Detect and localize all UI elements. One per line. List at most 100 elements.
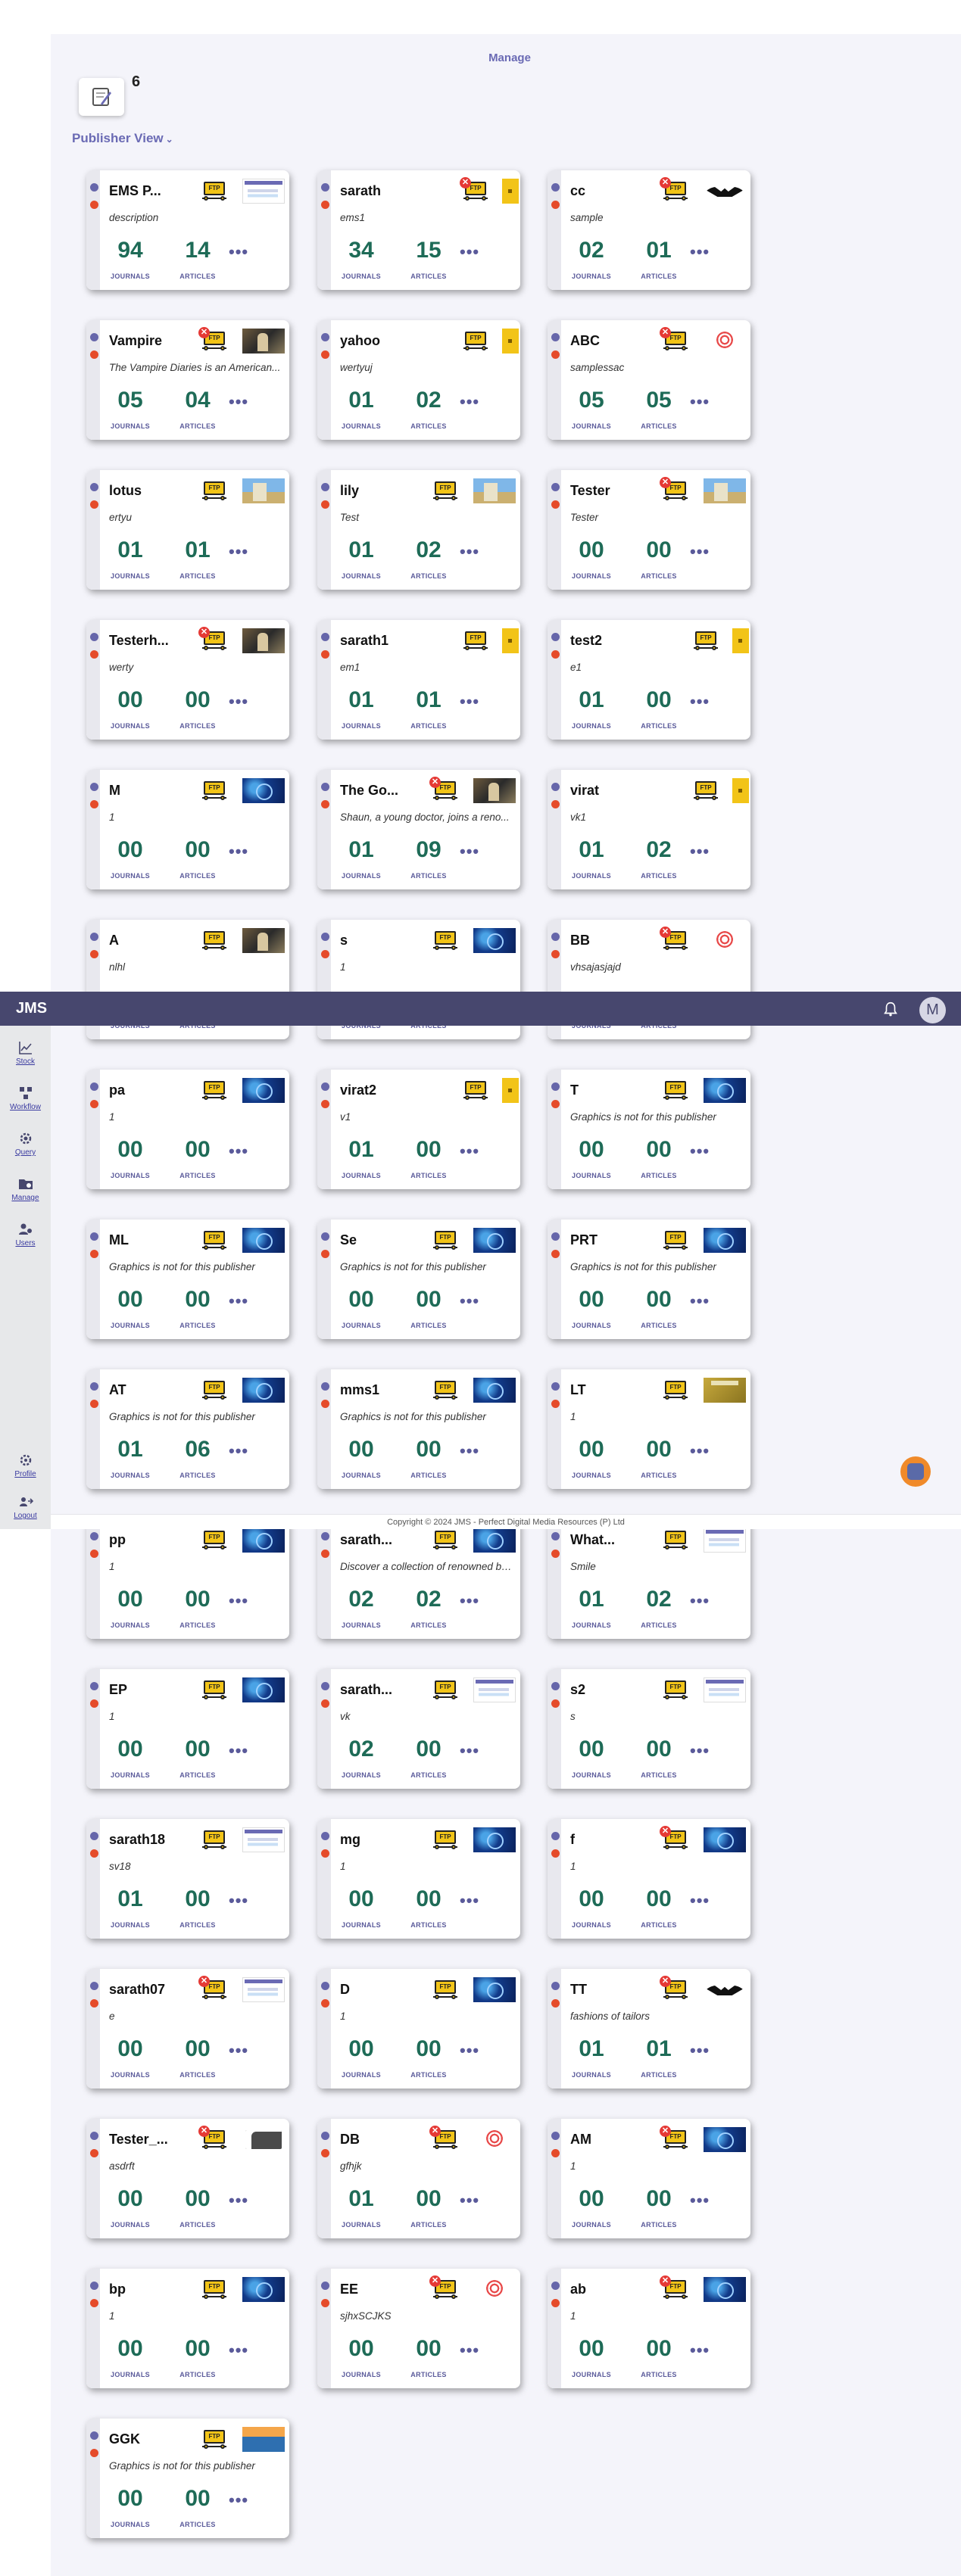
- publisher-card[interactable]: sarath18 FTP sv18 01 00 JOURNALS ARTICLES •••: [86, 1819, 289, 1939]
- publisher-card[interactable]: lily FTP Test 01 02 JOURNALS ARTICLES •••: [317, 470, 520, 590]
- more-options-button[interactable]: •••: [460, 1593, 479, 1609]
- sidebar-item-manage[interactable]: Manage: [8, 1176, 43, 1202]
- ftp-icon[interactable]: FTP: [663, 1528, 688, 1553]
- sidebar-item-users[interactable]: Users: [8, 1221, 43, 1248]
- ftp-icon[interactable]: FTP: [432, 479, 458, 503]
- more-options-button[interactable]: •••: [460, 394, 479, 410]
- publisher-card[interactable]: ML FTP Graphics is not for this publisher 0…: [86, 1219, 289, 1339]
- more-options-button[interactable]: •••: [460, 2192, 479, 2209]
- ftp-icon[interactable]: FTP ✕: [198, 627, 227, 653]
- ftp-icon[interactable]: FTP ✕: [660, 1976, 688, 2002]
- more-options-button[interactable]: •••: [229, 1443, 248, 1459]
- sidebar-item-logout[interactable]: Logout: [8, 1494, 43, 1520]
- ftp-icon[interactable]: FTP: [201, 1079, 227, 1103]
- sidebar-item-profile[interactable]: Profile: [8, 1452, 43, 1478]
- ftp-icon[interactable]: FTP: [432, 1678, 458, 1702]
- more-options-button[interactable]: •••: [460, 693, 479, 710]
- publisher-card[interactable]: sarath FTP ✕ ems1 34 15 JOURNALS ARTICLES •••: [317, 170, 520, 290]
- more-options-button[interactable]: •••: [229, 693, 248, 710]
- more-options-button[interactable]: •••: [229, 1892, 248, 1909]
- ftp-icon[interactable]: FTP: [201, 179, 227, 204]
- publisher-card[interactable]: The Go... FTP ✕ Shaun, a young doctor, join…: [317, 770, 520, 889]
- publisher-card[interactable]: T FTP Graphics is not for this publisher 00…: [548, 1070, 750, 1189]
- ftp-icon[interactable]: FTP: [432, 1528, 458, 1553]
- more-options-button[interactable]: •••: [460, 1293, 479, 1310]
- sidebar-item-query[interactable]: Query: [8, 1130, 43, 1157]
- ftp-icon[interactable]: FTP: [432, 929, 458, 953]
- more-options-button[interactable]: •••: [690, 394, 710, 410]
- ftp-icon[interactable]: FTP: [432, 1978, 458, 2002]
- publisher-card[interactable]: PRT FTP Graphics is not for this publisher…: [548, 1219, 750, 1339]
- more-options-button[interactable]: •••: [229, 2192, 248, 2209]
- more-options-button[interactable]: •••: [690, 1743, 710, 1759]
- ftp-icon[interactable]: FTP: [201, 1828, 227, 1852]
- more-options-button[interactable]: •••: [229, 1293, 248, 1310]
- ftp-icon[interactable]: FTP ✕: [198, 1976, 227, 2002]
- ftp-icon[interactable]: FTP: [201, 1528, 227, 1553]
- more-options-button[interactable]: •••: [690, 2042, 710, 2059]
- more-options-button[interactable]: •••: [460, 1892, 479, 1909]
- publisher-card[interactable]: pa FTP 1 00 00 JOURNALS ARTICLES •••: [86, 1070, 289, 1189]
- publisher-card[interactable]: Tester_... FTP ✕ asdrft 00 00 JOURNALS ARTICLES…: [86, 2119, 289, 2238]
- publisher-card[interactable]: yahoo FTP wertyuj 01 02 JOURNALS ARTICLES •••: [317, 320, 520, 440]
- avatar[interactable]: M: [919, 997, 946, 1023]
- publisher-card[interactable]: Se FTP Graphics is not for this publisher 0…: [317, 1219, 520, 1339]
- ftp-icon[interactable]: FTP: [693, 779, 719, 803]
- publisher-card[interactable]: GGK FTP Graphics is not for this publisher…: [86, 2419, 289, 2538]
- publisher-card[interactable]: virat2 FTP v1 01 00 JOURNALS ARTICLES •••: [317, 1070, 520, 1189]
- more-options-button[interactable]: •••: [460, 1443, 479, 1459]
- ftp-icon[interactable]: FTP ✕: [429, 777, 458, 803]
- publisher-card[interactable]: EE FTP ✕ sjhxSCJKS 00 00 JOURNALS ARTICLES •••: [317, 2269, 520, 2388]
- ftp-icon[interactable]: FTP: [463, 629, 488, 653]
- more-options-button[interactable]: •••: [690, 544, 710, 560]
- ftp-icon[interactable]: FTP: [201, 1229, 227, 1253]
- more-options-button[interactable]: •••: [460, 244, 479, 260]
- publisher-card[interactable]: AM FTP ✕ 1 00 00 JOURNALS ARTICLES •••: [548, 2119, 750, 2238]
- ftp-icon[interactable]: FTP: [663, 1678, 688, 1702]
- sidebar-item-stock[interactable]: Stock: [8, 1039, 43, 1066]
- publisher-card[interactable]: cc FTP ✕ sample 02 01 JOURNALS ARTICLES •••: [548, 170, 750, 290]
- more-options-button[interactable]: •••: [229, 2042, 248, 2059]
- ftp-icon[interactable]: FTP: [693, 629, 719, 653]
- more-options-button[interactable]: •••: [690, 2342, 710, 2359]
- ftp-icon[interactable]: FTP: [201, 2278, 227, 2302]
- publisher-card[interactable]: test2 FTP e1 01 00 JOURNALS ARTICLES •••: [548, 620, 750, 740]
- publisher-card[interactable]: TT FTP ✕ fashions of tailors 01 01 JOURNALS ART…: [548, 1969, 750, 2089]
- more-options-button[interactable]: •••: [690, 244, 710, 260]
- more-options-button[interactable]: •••: [690, 1293, 710, 1310]
- more-options-button[interactable]: •••: [229, 244, 248, 260]
- publisher-card[interactable]: Testerh... FTP ✕ werty 00 00 JOURNALS ARTICLES •…: [86, 620, 289, 740]
- ftp-icon[interactable]: FTP: [432, 1229, 458, 1253]
- ftp-icon[interactable]: FTP: [463, 1079, 488, 1103]
- ftp-icon[interactable]: FTP: [432, 1828, 458, 1852]
- sidebar-item-workflow[interactable]: Workflow: [8, 1085, 43, 1111]
- publisher-card[interactable]: bp FTP 1 00 00 JOURNALS ARTICLES •••: [86, 2269, 289, 2388]
- ftp-icon[interactable]: FTP: [663, 1079, 688, 1103]
- publisher-card[interactable]: sarath... FTP Discover a collection of ren…: [317, 1519, 520, 1639]
- ftp-icon[interactable]: FTP ✕: [198, 2126, 227, 2152]
- more-options-button[interactable]: •••: [229, 544, 248, 560]
- publisher-card[interactable]: s2 FTP s 00 00 JOURNALS ARTICLES •••: [548, 1669, 750, 1789]
- publisher-card[interactable]: ABC FTP ✕ samplessac 05 05 JOURNALS ARTICLES •••: [548, 320, 750, 440]
- more-options-button[interactable]: •••: [460, 544, 479, 560]
- more-options-button[interactable]: •••: [460, 2342, 479, 2359]
- floating-action-button[interactable]: [900, 1456, 931, 1487]
- more-options-button[interactable]: •••: [460, 843, 479, 860]
- more-options-button[interactable]: •••: [690, 1443, 710, 1459]
- bell-icon[interactable]: [882, 1001, 899, 1017]
- more-options-button[interactable]: •••: [229, 1143, 248, 1160]
- ftp-icon[interactable]: FTP ✕: [429, 2126, 458, 2152]
- publisher-card[interactable]: DB FTP ✕ gfhjk 01 00 JOURNALS ARTICLES •••: [317, 2119, 520, 2238]
- more-options-button[interactable]: •••: [690, 1892, 710, 1909]
- more-options-button[interactable]: •••: [690, 1143, 710, 1160]
- more-options-button[interactable]: •••: [690, 693, 710, 710]
- more-options-button[interactable]: •••: [460, 1143, 479, 1160]
- publisher-card[interactable]: f FTP ✕ 1 00 00 JOURNALS ARTICLES •••: [548, 1819, 750, 1939]
- ftp-icon[interactable]: FTP: [663, 1378, 688, 1403]
- ftp-icon[interactable]: FTP ✕: [660, 177, 688, 204]
- ftp-icon[interactable]: FTP: [201, 2428, 227, 2452]
- more-options-button[interactable]: •••: [690, 843, 710, 860]
- publisher-view-dropdown[interactable]: Publisher View ⌄: [72, 131, 173, 146]
- more-options-button[interactable]: •••: [229, 1593, 248, 1609]
- more-options-button[interactable]: •••: [229, 1743, 248, 1759]
